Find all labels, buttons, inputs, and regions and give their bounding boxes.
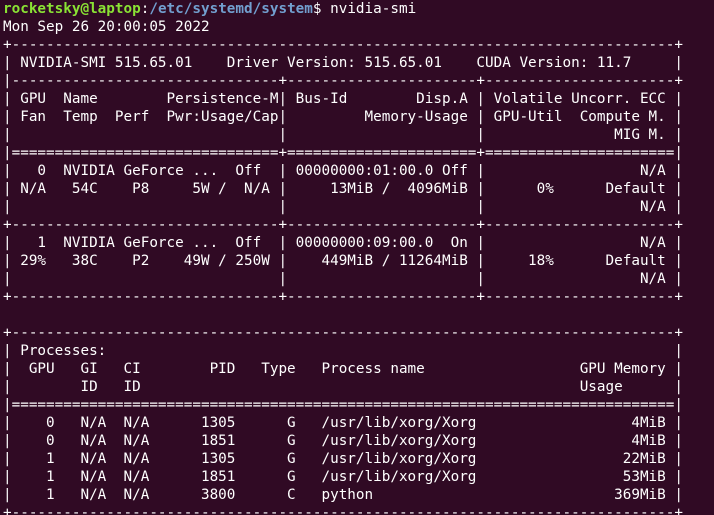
gpu-0-row-1: | 0 NVIDIA GeForce ... Off | 00000000:01…: [3, 163, 683, 179]
processes-header-row-2: | ID ID Usage |: [3, 379, 683, 395]
process-row: | 1 N/A N/A 3800 C python 369MiB |: [3, 487, 683, 503]
header-separator: |=======================================…: [3, 397, 683, 413]
table-border: +---------------------------------------…: [3, 325, 683, 341]
command-text: nvidia-smi: [330, 1, 417, 17]
prompt-user-host: rocketsky@laptop: [3, 1, 141, 17]
gpu-1-row-2: | 29% 38C P2 49W / 250W | 449MiB / 11264…: [3, 253, 683, 269]
timestamp-line: Mon Sep 26 20:00:05 2022: [3, 19, 210, 35]
gpu-header-row-2: | Fan Temp Perf Pwr:Usage/Cap| Memory-Us…: [3, 109, 683, 125]
process-row: | 1 N/A N/A 1305 G /usr/lib/xorg/Xorg 22…: [3, 451, 683, 467]
processes-header-row-1: | GPU GI CI PID Type Process name GPU Me…: [3, 361, 683, 377]
process-row: | 1 N/A N/A 1851 G /usr/lib/xorg/Xorg 53…: [3, 469, 683, 485]
gpu-1-row-3: | | | N/A |: [3, 271, 683, 287]
prompt-symbol: $: [312, 1, 331, 17]
table-border: +---------------------------------------…: [3, 37, 683, 53]
gpu-0-row-3: | | | N/A |: [3, 199, 683, 215]
gpu-0-row-2: | N/A 54C P8 5W / N/A | 13MiB / 4096MiB …: [3, 181, 683, 197]
table-border: +---------------------------------------…: [3, 505, 683, 515]
prompt-line: rocketsky@laptop:/etc/systemd/system$ nv…: [3, 0, 683, 18]
header-separator: |===============================+=======…: [3, 145, 683, 161]
gpu-1-row-1: | 1 NVIDIA GeForce ... Off | 00000000:09…: [3, 235, 683, 251]
process-row: | 0 N/A N/A 1851 G /usr/lib/xorg/Xorg 4M…: [3, 433, 683, 449]
terminal-output: rocketsky@laptop:/etc/systemd/system$ nv…: [3, 0, 683, 515]
table-border: +-------------------------------+-------…: [3, 217, 683, 233]
gpu-header-row-3: | | | MIG M. |: [3, 127, 683, 143]
table-border: +-------------------------------+-------…: [3, 289, 683, 305]
processes-title-row: | Processes: |: [3, 343, 683, 359]
process-row: | 0 N/A N/A 1305 G /usr/lib/xorg/Xorg 4M…: [3, 415, 683, 431]
version-row: | NVIDIA-SMI 515.65.01 Driver Version: 5…: [3, 55, 683, 71]
terminal-window[interactable]: rocketsky@laptop:/etc/systemd/system$ nv…: [0, 0, 714, 515]
prompt-path: /etc/systemd/system: [149, 1, 313, 17]
gpu-header-row-1: | GPU Name Persistence-M| Bus-Id Disp.A …: [3, 91, 683, 107]
table-divider: |-------------------------------+-------…: [3, 73, 683, 89]
